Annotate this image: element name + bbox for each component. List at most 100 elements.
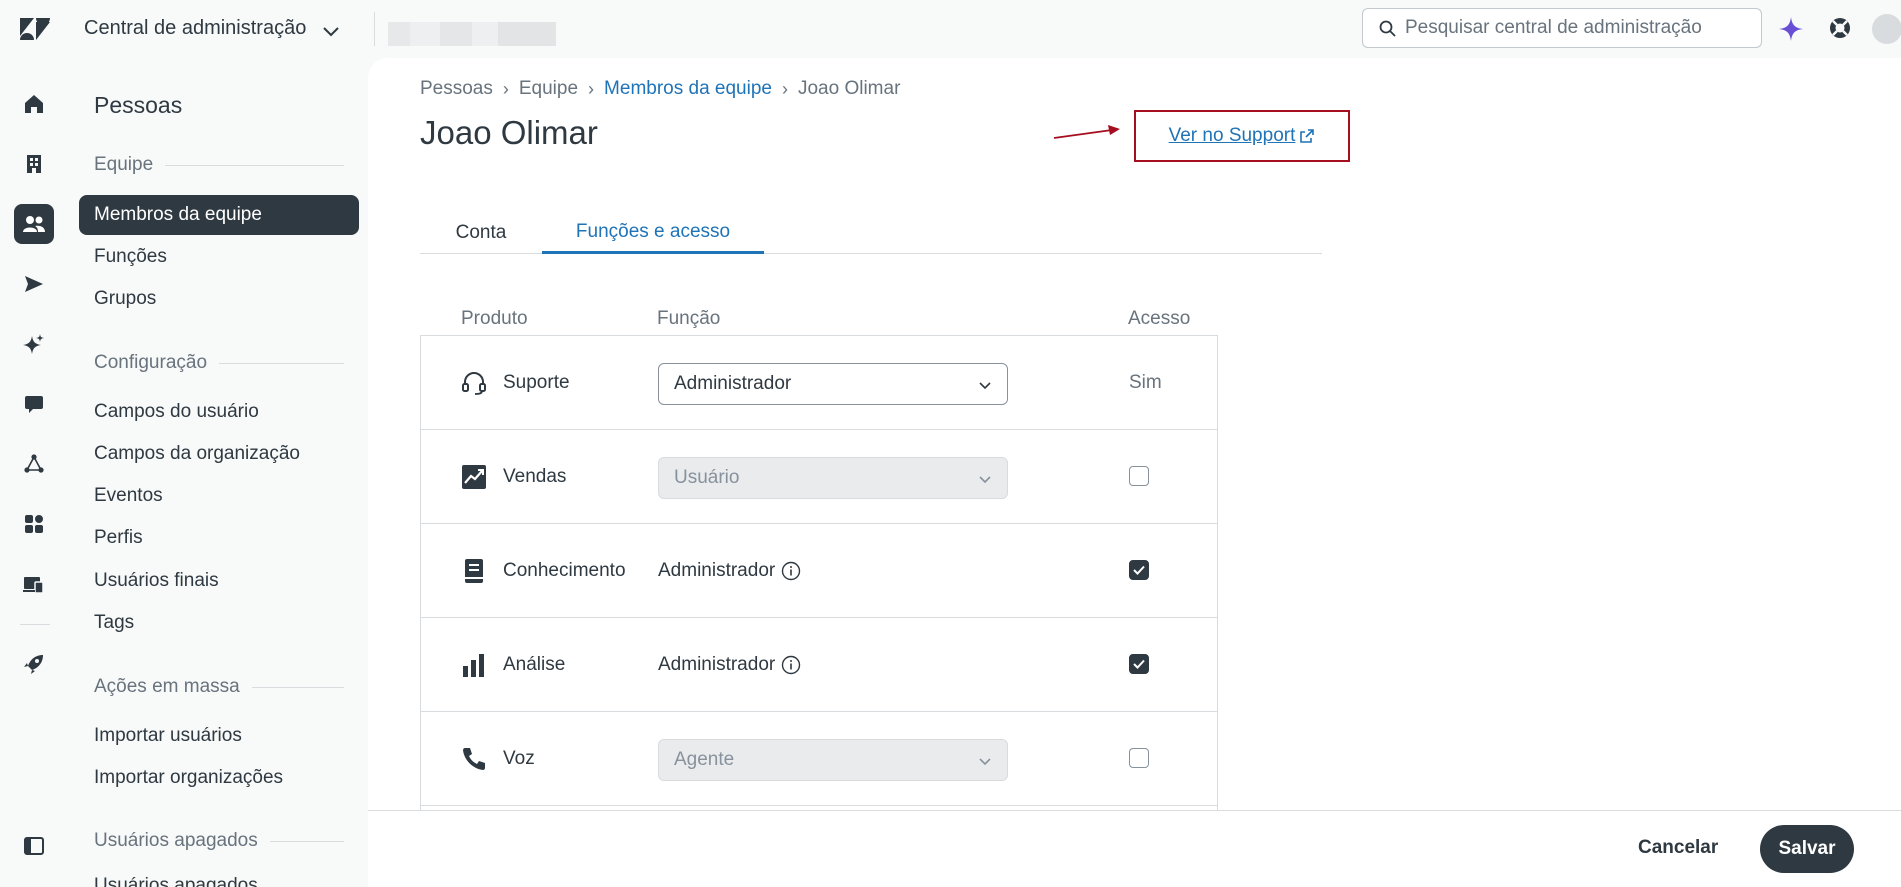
section-label: Equipe bbox=[94, 154, 154, 175]
tab-funcoes-e-acesso[interactable]: Funções e acesso bbox=[542, 212, 764, 254]
sidebar-item-funcoes[interactable]: Funções bbox=[79, 237, 359, 277]
trend-chart-icon bbox=[462, 465, 486, 489]
breadcrumb-membros-da-equipe[interactable]: Membros da equipe bbox=[604, 78, 772, 100]
table-row: Conhecimento Administrador bbox=[421, 524, 1217, 618]
role-value: Administrador bbox=[658, 654, 776, 675]
chevron-right-icon: › bbox=[781, 78, 788, 99]
role-select: Usuário bbox=[658, 457, 1008, 499]
breadcrumb-current: Joao Olimar bbox=[797, 78, 901, 99]
ai-sparkle-icon[interactable] bbox=[1778, 16, 1804, 42]
building-icon bbox=[27, 155, 41, 173]
rail-collapse-toggle[interactable] bbox=[14, 826, 54, 866]
apps-icon bbox=[25, 515, 43, 533]
save-button[interactable]: Salvar bbox=[1760, 825, 1854, 873]
rail-ai[interactable] bbox=[14, 324, 54, 364]
check-icon bbox=[1133, 565, 1145, 575]
roles-table: Suporte Administrador Sim Vendas Usuário… bbox=[420, 335, 1218, 810]
role-value: Administrador bbox=[658, 560, 776, 581]
role-select: Agente bbox=[658, 739, 1008, 781]
footer-actions: Cancelar Salvar bbox=[368, 810, 1901, 887]
section-label: Usuários apagados bbox=[94, 830, 258, 851]
sidebar-item-tags[interactable]: Tags bbox=[79, 603, 359, 643]
access-checkbox[interactable] bbox=[1129, 560, 1149, 580]
cancel-button[interactable]: Cancelar bbox=[1638, 837, 1718, 859]
role-text: Administrador bbox=[658, 560, 801, 582]
view-in-support-link[interactable]: Ver no Support bbox=[1169, 125, 1316, 147]
section-label: Configuração bbox=[94, 352, 208, 373]
sidebar-title: Pessoas bbox=[94, 92, 183, 118]
table-row: Vendas Usuário bbox=[421, 430, 1217, 524]
sidebar-item-eventos[interactable]: Eventos bbox=[79, 476, 359, 516]
nav-section-acoes-em-massa: Ações em massa bbox=[94, 676, 344, 698]
tab-conta[interactable]: Conta bbox=[420, 212, 542, 254]
info-icon[interactable] bbox=[781, 655, 801, 675]
sidebar-item-importar-organizacoes[interactable]: Importar organizações bbox=[79, 758, 359, 798]
access-checkbox[interactable] bbox=[1129, 466, 1149, 486]
rail-account[interactable] bbox=[14, 564, 54, 604]
home-icon bbox=[25, 95, 43, 113]
sidebar-item-campos-da-organizacao[interactable]: Campos da organização bbox=[79, 434, 359, 474]
role-select-value: Agente bbox=[674, 749, 735, 770]
sidebar-item-perfis[interactable]: Perfis bbox=[79, 518, 359, 558]
column-header-produto: Produto bbox=[461, 308, 528, 329]
product-name: Análise bbox=[503, 654, 566, 675]
search-icon bbox=[1379, 20, 1396, 37]
rail-workspaces[interactable] bbox=[14, 384, 54, 424]
rail-people[interactable] bbox=[14, 204, 54, 244]
annotation-arrow-icon bbox=[1053, 125, 1120, 139]
info-icon[interactable] bbox=[781, 561, 801, 581]
access-status: Sim bbox=[1129, 372, 1162, 393]
nav-section-equipe: Equipe bbox=[94, 154, 344, 176]
column-header-funcao: Função bbox=[657, 308, 721, 329]
sidebar-item-importar-usuarios[interactable]: Importar usuários bbox=[79, 716, 359, 756]
annotation-highlight-box: Ver no Support bbox=[1134, 110, 1350, 162]
rail-apps[interactable] bbox=[14, 504, 54, 544]
sidebar-item-membros-da-equipe[interactable]: Membros da equipe bbox=[79, 195, 359, 235]
chevron-down-icon bbox=[979, 758, 991, 766]
rail-channels[interactable] bbox=[14, 264, 54, 304]
help-lifebuoy-icon[interactable] bbox=[1828, 16, 1852, 40]
chevron-down-icon bbox=[979, 382, 991, 390]
search-input[interactable] bbox=[1405, 9, 1755, 47]
nav-section-configuracao: Configuração bbox=[94, 352, 344, 374]
chevron-down-icon[interactable] bbox=[320, 20, 342, 42]
rail-divider bbox=[20, 624, 50, 625]
product-name: Conhecimento bbox=[503, 560, 626, 581]
sidebar-toggle-icon bbox=[24, 837, 44, 855]
zendesk-logo-icon[interactable] bbox=[18, 14, 52, 44]
bar-chart-icon bbox=[463, 654, 484, 677]
table-row: Suporte Administrador Sim bbox=[421, 336, 1217, 430]
role-select[interactable]: Administrador bbox=[658, 363, 1008, 405]
chevron-right-icon: › bbox=[588, 78, 595, 99]
headset-icon bbox=[462, 372, 486, 395]
support-link-label: Ver no Support bbox=[1168, 125, 1296, 146]
nav-section-usuarios-apagados: Usuários apagados bbox=[94, 830, 344, 852]
sidebar-item-usuarios-apagados[interactable]: Usuários apagados bbox=[79, 866, 359, 887]
sparkle-icon bbox=[23, 334, 44, 354]
access-checkbox[interactable] bbox=[1129, 748, 1149, 768]
rail-objects[interactable] bbox=[14, 444, 54, 484]
product-name: Suporte bbox=[503, 372, 570, 393]
sidebar-item-grupos[interactable]: Grupos bbox=[79, 279, 359, 319]
sidebar-item-usuarios-finais[interactable]: Usuários finais bbox=[79, 561, 359, 601]
main-panel: Pessoas › Equipe › Membros da equipe › J… bbox=[368, 58, 1901, 810]
breadcrumb-equipe[interactable]: Equipe bbox=[519, 78, 578, 100]
chevron-right-icon: › bbox=[502, 78, 509, 99]
rail-home[interactable] bbox=[14, 84, 54, 124]
column-header-acesso: Acesso bbox=[1128, 308, 1191, 329]
top-bar: Central de administração bbox=[0, 0, 1901, 58]
people-icon bbox=[23, 216, 45, 232]
external-link-icon bbox=[1300, 129, 1315, 143]
book-icon bbox=[465, 559, 483, 583]
sidebar-item-campos-do-usuario[interactable]: Campos do usuário bbox=[79, 392, 359, 432]
send-icon bbox=[25, 276, 43, 292]
access-checkbox[interactable] bbox=[1129, 654, 1149, 674]
search-box[interactable] bbox=[1362, 8, 1762, 48]
chat-icon bbox=[25, 396, 43, 413]
user-avatar[interactable] bbox=[1872, 14, 1901, 44]
sidebar-nav: Pessoas Equipe Membros da equipe Funções… bbox=[70, 58, 368, 887]
breadcrumb-pessoas[interactable]: Pessoas bbox=[420, 78, 493, 100]
app-title[interactable]: Central de administração bbox=[84, 17, 306, 40]
rail-getting-started[interactable] bbox=[14, 644, 54, 684]
rail-organization[interactable] bbox=[14, 144, 54, 184]
